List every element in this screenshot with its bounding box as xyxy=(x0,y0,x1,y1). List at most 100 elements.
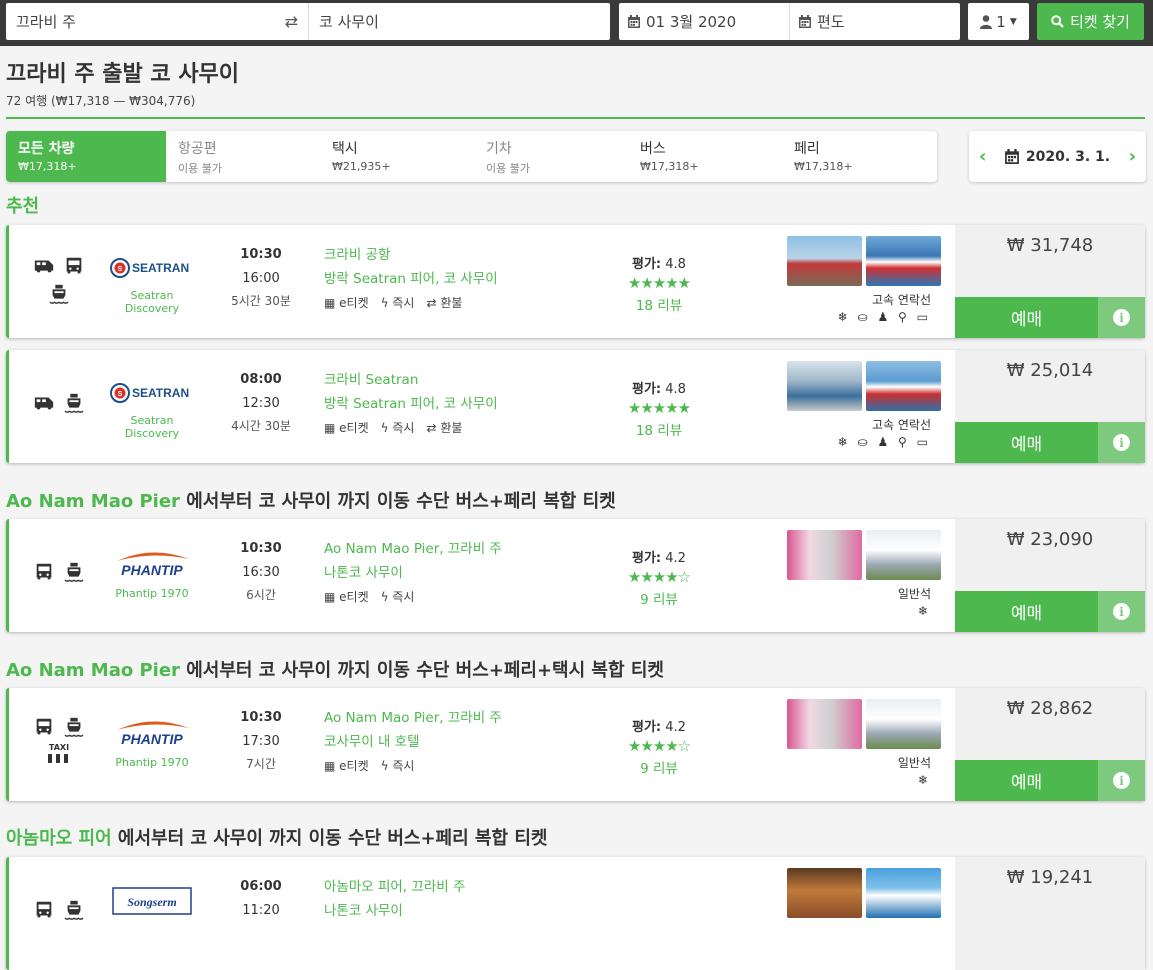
tab-all[interactable]: 모든 차량 ₩17,318+ xyxy=(6,131,166,182)
route: 크라비 공항 방락 Seatran 피어, 코 사무이 ▦ e티켓 ϟ 즉시 ⇄… xyxy=(324,243,498,315)
photo-gallery xyxy=(787,699,943,749)
schedule: 10:30 16:00 5시간 30분 xyxy=(231,243,291,311)
rating-stars: ★★★★★ xyxy=(627,399,691,417)
tab-price: ₩21,935+ xyxy=(332,160,391,173)
origin: Ao Nam Mao Pier, 끄라비 주 xyxy=(324,541,502,557)
swap-icon[interactable]: ⇄ xyxy=(285,12,298,31)
svg-text:S: S xyxy=(118,266,123,273)
vehicle-photo[interactable] xyxy=(866,530,941,580)
price-panel: ₩ 25,014 예매 i xyxy=(955,350,1145,463)
departure-time: 10:30 xyxy=(240,710,282,725)
logo-text: SEATRAN xyxy=(132,261,189,275)
return-date-input[interactable]: 편도 xyxy=(790,3,960,40)
tab-ferry[interactable]: 페리 ₩17,318+ xyxy=(782,131,936,182)
tab-flights[interactable]: 항공편 이용 불가 xyxy=(166,131,320,182)
info-icon: i xyxy=(1113,772,1130,789)
chevron-left-icon[interactable]: ‹ xyxy=(979,146,986,167)
trip-card[interactable]: PHANTIP Phantip 1970 10:30 16:30 6시간 Ao … xyxy=(6,519,1145,632)
vehicle-photo[interactable] xyxy=(787,236,862,286)
departure-time: 10:30 xyxy=(240,541,282,556)
vehicle-icons xyxy=(29,255,89,305)
instant-label: 즉시 xyxy=(392,759,415,773)
calendar-icon xyxy=(799,15,811,28)
van-icon xyxy=(34,260,54,273)
section-origin: Ao Nam Mao Pier xyxy=(6,660,180,681)
section-origin: Ao Nam Mao Pier xyxy=(6,491,180,512)
rating-score: 4.2 xyxy=(665,720,686,735)
book-button[interactable]: 예매 xyxy=(955,760,1098,801)
vehicle-photo[interactable] xyxy=(866,699,941,749)
instant-label: 즉시 xyxy=(392,421,415,435)
ferry-icon xyxy=(64,562,84,582)
trip-card[interactable]: S SEATRAN Seatran Discovery 08:00 12:30 4… xyxy=(6,350,1145,463)
rating: 평가: 4.8 ★★★★★ 18 리뷰 xyxy=(609,378,709,439)
to-input[interactable]: 코 사무이 xyxy=(309,3,609,40)
trip-card[interactable]: Songserm 06:00 11:20 아놈마오 피어, 끄라비 주 나톤코 … xyxy=(6,857,1145,970)
trip-card[interactable]: TAXI PHANTIP Phantip 1970 10:30 17:30 7시… xyxy=(6,688,1145,801)
vehicle-photo[interactable] xyxy=(866,868,941,918)
tab-price: 이용 불가 xyxy=(486,162,530,175)
book-button[interactable]: 예매 xyxy=(955,422,1098,463)
price: ₩ 23,090 xyxy=(1006,529,1094,550)
bolt-icon: ϟ xyxy=(380,296,389,310)
section-title-recommended: 추천 xyxy=(6,196,40,217)
departure-date-input[interactable]: 01 3월 2020 xyxy=(619,3,789,40)
tab-bus[interactable]: 버스 ₩17,318+ xyxy=(628,131,782,182)
tab-taxi[interactable]: 택시 ₩21,935+ xyxy=(320,131,474,182)
svg-text:S: S xyxy=(118,391,123,398)
vehicle-photo[interactable] xyxy=(787,699,862,749)
reviews-link[interactable]: 18 리뷰 xyxy=(609,419,709,439)
price: ₩ 19,241 xyxy=(1006,867,1094,888)
transport-tabs: 모든 차량 ₩17,318+ 항공편 이용 불가 택시 ₩21,935+ 기차 … xyxy=(6,131,937,182)
to-value: 코 사무이 xyxy=(319,13,379,31)
eticket-label: e티켓 xyxy=(339,296,369,310)
search-bar: 끄라비 주 ⇄ 코 사무이 01 3월 2020 편도 1 ▼ 티켓 찾기 xyxy=(0,0,1153,46)
bus-icon xyxy=(66,257,82,274)
qr-icon: ▦ xyxy=(324,296,336,310)
search-button[interactable]: 티켓 찾기 xyxy=(1037,3,1144,40)
from-input[interactable]: 끄라비 주 ⇄ xyxy=(6,3,308,40)
destination: 코사무이 내 호텔 xyxy=(324,734,420,750)
passengers-count: 1 xyxy=(996,12,1006,31)
section-title-anommao: 아놈마오 피어 에서부터 코 사무이 까지 이동 수단 버스+페리 복합 티켓 xyxy=(6,824,547,850)
vehicle-photo[interactable] xyxy=(866,361,941,411)
book-button[interactable]: 예매 xyxy=(955,297,1098,338)
ticket-features: ▦ e티켓 ϟ 즉시 xyxy=(324,754,502,778)
caret-down-icon: ▼ xyxy=(1009,16,1017,27)
chevron-right-icon[interactable]: › xyxy=(1129,146,1136,167)
departure-time: 10:30 xyxy=(240,247,282,262)
reviews-link[interactable]: 18 리뷰 xyxy=(609,294,709,314)
rating-stars: ★★★★☆ xyxy=(627,737,691,755)
arrival-time: 11:20 xyxy=(242,903,280,918)
duration: 6시간 xyxy=(246,588,276,602)
exchange-icon: ⇄ xyxy=(426,296,437,310)
reviews-link[interactable]: 9 리뷰 xyxy=(609,588,709,608)
duration: 7시간 xyxy=(246,757,276,771)
vehicle-photo[interactable] xyxy=(787,530,862,580)
vehicle-photo[interactable] xyxy=(787,361,862,411)
route: 아놈마오 피어, 끄라비 주 나톤코 사무이 xyxy=(324,875,465,923)
rating-label: 평가: xyxy=(632,382,662,397)
info-button[interactable]: i xyxy=(1098,591,1145,632)
date-field: 01 3월 2020 편도 xyxy=(619,3,960,40)
info-button[interactable]: i xyxy=(1098,297,1145,338)
reviews-link[interactable]: 9 리뷰 xyxy=(609,757,709,777)
vehicle-photo[interactable] xyxy=(866,236,941,286)
route: 크라비 Seatran 방락 Seatran 피어, 코 사무이 ▦ e티켓 ϟ… xyxy=(324,368,498,440)
info-button[interactable]: i xyxy=(1098,760,1145,801)
vehicle-photo[interactable] xyxy=(787,868,862,918)
vehicle-icons xyxy=(29,899,89,921)
schedule: 10:30 17:30 7시간 xyxy=(231,706,291,774)
taxi-icon: TAXI xyxy=(47,744,71,763)
tab-train[interactable]: 기차 이용 불가 xyxy=(474,131,628,182)
passengers-select[interactable]: 1 ▼ xyxy=(968,3,1029,40)
trip-card[interactable]: S SEATRAN Seatran Discovery 10:30 16:00 5… xyxy=(6,225,1145,338)
info-button[interactable]: i xyxy=(1098,422,1145,463)
book-button[interactable]: 예매 xyxy=(955,591,1098,632)
results-summary: 72 여행 (₩17,318 — ₩304,776) xyxy=(6,94,196,108)
company-logo: Songserm xyxy=(109,887,195,919)
ferry-icon xyxy=(64,393,84,413)
price: ₩ 31,748 xyxy=(1006,235,1094,256)
bus-icon xyxy=(36,563,52,580)
rating-label: 평가: xyxy=(632,720,662,735)
